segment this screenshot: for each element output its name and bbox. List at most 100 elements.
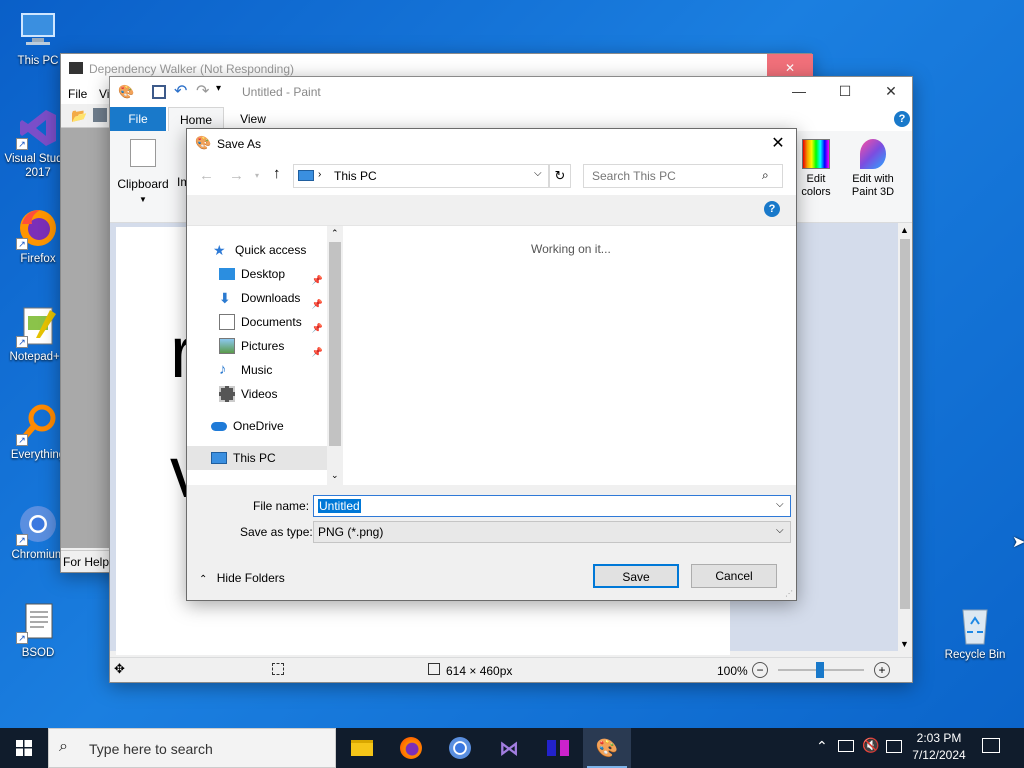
nav-this-pc[interactable]: This PC [187, 446, 327, 470]
zoom-in-button[interactable]: + [874, 662, 890, 678]
command-bar: ? [187, 195, 796, 225]
firefox-icon: ↗ [16, 206, 60, 250]
taskbar-dependency-walker[interactable] [534, 728, 582, 768]
taskbar-chromium[interactable] [436, 728, 484, 768]
scroll-up-icon[interactable]: ⌃ [331, 228, 339, 239]
taskbar-paint[interactable]: 🎨 [583, 728, 631, 768]
nav-downloads[interactable]: ⬇ Downloads 📌 [187, 286, 327, 310]
nav-pictures[interactable]: Pictures 📌 [187, 334, 327, 358]
nav-documents[interactable]: Documents 📌 [187, 310, 327, 334]
desktop-icon-label: Everything [10, 449, 66, 461]
nav-videos[interactable]: Videos [187, 382, 327, 406]
scroll-down-icon[interactable]: ▼ [900, 639, 909, 649]
chevron-down-icon[interactable]: ⌵ [776, 499, 784, 510]
everything-search-icon: ↗ [16, 402, 60, 446]
search-box[interactable]: Search This PC ⌕ [583, 164, 783, 188]
type-value: PNG (*.png) [318, 525, 384, 539]
scroll-thumb[interactable] [329, 242, 341, 446]
show-hidden-icons-chevron-icon[interactable]: ⌃ [816, 738, 828, 755]
scroll-up-icon[interactable]: ▲ [900, 225, 909, 235]
download-arrow-icon: ⬇ [219, 290, 231, 306]
back-arrow-icon[interactable]: ← [199, 167, 214, 184]
visual-studio-icon: ⋈ [499, 737, 519, 760]
taskbar-visual-studio[interactable]: ⋈ [485, 728, 533, 768]
notepadpp-icon: ↗ [16, 304, 60, 348]
nav-desktop[interactable]: Desktop 📌 [187, 262, 327, 286]
action-center-icon[interactable] [982, 738, 1000, 753]
refresh-button[interactable]: ↻ [549, 164, 571, 188]
vertical-scrollbar[interactable]: ▲ ▼ [898, 223, 912, 653]
nav-scrollbar[interactable]: ⌃ ⌄ [327, 226, 343, 486]
tab-file[interactable]: File [110, 107, 166, 131]
nav-label: Quick access [235, 243, 307, 257]
address-dropdown-icon[interactable]: ⌵ [534, 168, 542, 179]
edit-with-paint3d-button[interactable]: Edit with Paint 3D [842, 135, 904, 205]
volume-muted-icon[interactable]: 🔇 [862, 737, 879, 754]
save-as-type-select[interactable]: PNG (*.png) ⌵ [313, 521, 791, 543]
maximize-button[interactable]: ☐ [822, 77, 868, 107]
nav-label: Music [241, 363, 273, 377]
qat-undo-icon[interactable]: ↶ [174, 81, 187, 101]
close-button[interactable]: ✕ [868, 77, 914, 107]
minimize-button[interactable]: — [776, 77, 822, 107]
notification-tray-icon[interactable] [886, 740, 902, 753]
address-bar[interactable]: › This PC ⌵ [293, 164, 549, 188]
clipboard-group[interactable]: Clipboard ▼ [114, 135, 172, 219]
search-input[interactable]: Search This PC [592, 169, 676, 183]
menu-file[interactable]: File [68, 87, 87, 101]
cancel-button[interactable]: Cancel [691, 564, 777, 588]
zoom-text: 100% [717, 664, 748, 678]
paint3d-icon [860, 139, 886, 169]
clock[interactable]: 2:03 PM 7/12/2024 [908, 730, 970, 766]
resize-grip-icon[interactable]: ⋰ [785, 589, 793, 598]
scroll-thumb[interactable] [900, 239, 910, 609]
qat-redo-icon[interactable]: ↷ [196, 81, 209, 101]
edit-colors-button[interactable]: Edit colors [796, 135, 836, 205]
recent-chevron-icon[interactable]: ▾ [255, 171, 259, 180]
help-icon[interactable]: ? [894, 111, 910, 127]
taskbar-file-explorer[interactable] [338, 728, 386, 768]
forward-arrow-icon[interactable]: → [229, 167, 244, 184]
qat-save-icon[interactable] [152, 85, 166, 99]
taskbar-search-placeholder: Type here to search [89, 741, 213, 757]
file-name-input[interactable]: Untitled ⌵ [313, 495, 791, 517]
paint-icon: 🎨 [595, 737, 619, 758]
nav-label: Pictures [241, 339, 285, 353]
zoom-slider-thumb[interactable] [816, 662, 824, 678]
dialog-title-bar[interactable]: 🎨 Save As ✕ [187, 129, 796, 159]
network-icon[interactable] [838, 740, 854, 752]
close-button[interactable]: ✕ [761, 132, 795, 156]
qat-dropdown-icon[interactable]: ▾ [216, 83, 221, 94]
start-button[interactable] [0, 728, 48, 768]
desktop-icon-bsod[interactable]: ↗ BSOD [0, 600, 76, 660]
help-icon[interactable]: ? [764, 201, 780, 217]
nav-label: Downloads [241, 291, 301, 305]
paint-app-icon: 🎨 [118, 84, 135, 99]
menu-view[interactable]: Vi [99, 87, 109, 101]
save-button[interactable]: Save [593, 564, 679, 588]
nav-music[interactable]: ♪ Music [187, 358, 327, 382]
desktop-icon-recycle-bin[interactable]: Recycle Bin [937, 602, 1013, 662]
desktop-icon-label: Notepad++ [9, 351, 67, 363]
breadcrumb-separator-icon: › [318, 169, 322, 180]
nav-onedrive[interactable]: OneDrive [187, 414, 327, 438]
scroll-down-icon[interactable]: ⌄ [331, 470, 339, 481]
edit-paint3d-label: Edit with Paint 3D [851, 173, 895, 198]
save-as-type-label: Save as type: [240, 525, 313, 539]
desktop-icon-label: Chromium [11, 549, 65, 561]
up-arrow-icon[interactable]: ↑ [273, 165, 281, 182]
computer-icon [298, 170, 314, 181]
nav-quick-access[interactable]: ★ Quick access [187, 238, 327, 262]
star-icon: ★ [213, 242, 226, 258]
zoom-out-button[interactable]: − [752, 662, 768, 678]
hide-folders-button[interactable]: ⌃ Hide Folders [199, 571, 285, 591]
save-as-dialog[interactable]: 🎨 Save As ✕ ← → ▾ ↑ › This PC ⌵ ↻ Search… [186, 128, 797, 601]
taskbar-search-box[interactable]: ⌕ Type here to search [48, 728, 336, 768]
file-list-pane[interactable]: Working on it... [343, 225, 796, 485]
app-icon [69, 62, 83, 74]
open-icon[interactable]: 📂 [71, 108, 87, 124]
save-icon[interactable] [93, 108, 107, 122]
title-bar[interactable]: 🎨 ↶ ↷ ▾ Untitled - Paint — ☐ ✕ [110, 77, 912, 107]
chevron-down-icon[interactable]: ⌵ [776, 525, 784, 536]
taskbar-firefox[interactable] [387, 728, 435, 768]
